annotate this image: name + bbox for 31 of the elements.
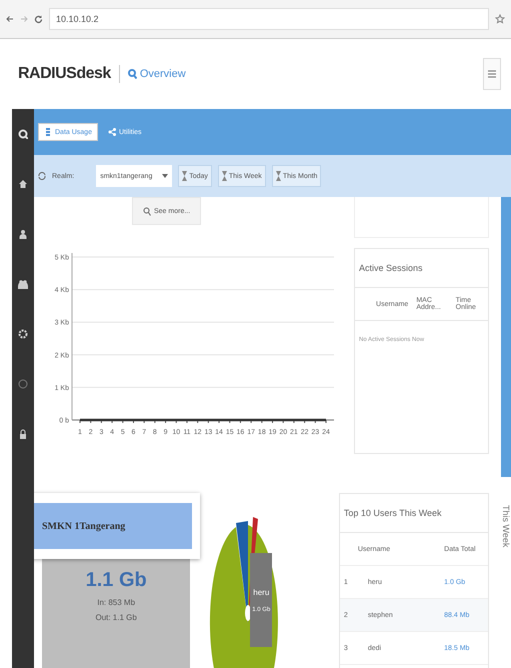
tooltip-name: heru <box>253 588 270 596</box>
menu-button[interactable] <box>483 58 501 90</box>
data-out: Out: 1.1 Gb <box>95 613 137 622</box>
back-icon[interactable] <box>6 15 14 23</box>
side-tab[interactable]: This Week <box>499 505 511 668</box>
search-icon[interactable] <box>18 129 28 139</box>
refresh-icon[interactable] <box>38 171 46 181</box>
panel-title: Top 10 Users This Week <box>340 494 488 533</box>
gear-icon[interactable] <box>18 329 28 339</box>
home-icon[interactable] <box>18 179 28 189</box>
panel-title: Active Sessions <box>355 249 488 288</box>
search-icon <box>128 69 137 79</box>
total-usage: 1.1 Gb <box>86 569 147 592</box>
data-in: In: 853 Mb <box>97 598 136 607</box>
hourglass-icon <box>222 171 227 181</box>
database-icon <box>44 128 52 136</box>
user-icon[interactable] <box>18 229 28 239</box>
address-bar[interactable]: 10.10.10.2 <box>49 8 489 30</box>
hourglass-icon <box>182 171 188 181</box>
caret-icon <box>162 174 168 178</box>
search-icon <box>143 206 151 216</box>
page-title: Overview <box>128 68 186 80</box>
star-icon[interactable] <box>495 14 505 24</box>
lock-icon[interactable] <box>18 429 28 439</box>
hourglass-icon <box>276 171 281 181</box>
popup-label: SMKN 1Tangerang <box>34 503 192 549</box>
users-icon[interactable] <box>18 279 28 289</box>
share-icon <box>108 128 116 136</box>
menu-icon <box>488 70 496 78</box>
brand-logo: RADIUSdesk <box>18 65 120 83</box>
reload-icon[interactable] <box>34 14 43 24</box>
